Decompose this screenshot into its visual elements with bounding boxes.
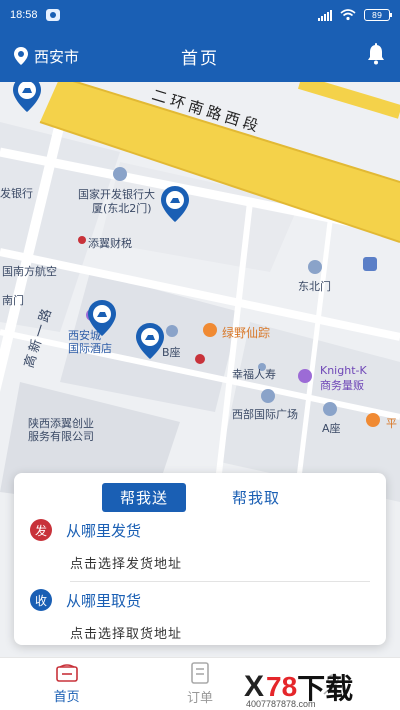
- map-label: 添翼财税: [88, 237, 132, 250]
- send-hint: 点击选择发货地址: [70, 557, 183, 572]
- status-time: 18:58: [10, 9, 38, 21]
- map-label: 幸福人寿: [232, 368, 276, 381]
- page-title: 首页: [181, 48, 219, 69]
- courier-pin-icon[interactable]: [87, 300, 117, 336]
- receive-badge: 收: [30, 589, 52, 611]
- map-label: 厦(东北2门): [92, 202, 152, 215]
- send-title: 从哪里发货: [66, 521, 142, 540]
- courier-pin-icon[interactable]: [12, 82, 42, 112]
- tab-send-for-me[interactable]: 帮我送: [101, 483, 186, 512]
- watermark-logo: X 78 下载 4007787878.com: [244, 667, 394, 709]
- tab-home-label: 首页: [53, 690, 80, 705]
- receive-hint: 点击选择取货地址: [70, 627, 183, 642]
- signal-icon: [318, 9, 332, 21]
- home-tab-icon: [55, 664, 78, 682]
- divider: [70, 581, 370, 582]
- map-label: 绿野仙踪: [222, 326, 271, 340]
- receive-title: 从哪里取货: [66, 591, 142, 610]
- service-tabs: 帮我送 帮我取: [14, 473, 386, 512]
- app-header: 西安市 首页: [0, 30, 400, 82]
- battery-icon: 89: [364, 9, 392, 21]
- courier-pin-icon[interactable]: [160, 186, 190, 222]
- delivery-card: 帮我送 帮我取 发 从哪里发货 点击选择发货地址 收 从哪里取货 点击选择取货地…: [14, 473, 386, 645]
- courier-pin-icon[interactable]: [135, 323, 165, 359]
- map-label: 西部国际广场: [232, 408, 298, 421]
- status-bar: 18:58 89: [0, 0, 400, 30]
- map-label: 商务量贩: [320, 379, 364, 392]
- map-label: Knight-K: [320, 364, 367, 377]
- tab-orders-label: 订单: [186, 691, 213, 706]
- tab-pickup-for-me[interactable]: 帮我取: [214, 483, 298, 512]
- map-label: 服务有限公司: [28, 430, 94, 443]
- map-label: A座: [322, 422, 341, 435]
- watermark-url: 4007787878.com: [246, 699, 316, 709]
- tab-home[interactable]: 首页: [0, 658, 133, 710]
- orders-tab-icon: [191, 662, 209, 684]
- map-label: 国际酒店: [68, 342, 112, 355]
- map-label: 平: [386, 417, 397, 430]
- wifi-icon: [340, 9, 356, 21]
- notification-icon: [45, 9, 60, 21]
- send-badge: 发: [30, 519, 52, 541]
- notification-bell-icon[interactable]: [366, 43, 386, 69]
- map-label: 东北门: [298, 280, 331, 293]
- map-label: 发银行: [0, 187, 33, 200]
- app-root: 18:58 89 西安市 首页 二环南路西段 发银行 国家开发银行大 厦(东北2…: [0, 0, 400, 710]
- map-label: 南门: [2, 294, 24, 307]
- receive-address-row[interactable]: 收 从哪里取货 点击选择取货地址: [30, 589, 370, 642]
- send-address-row[interactable]: 发 从哪里发货 点击选择发货地址: [30, 519, 370, 572]
- map-label: 国南方航空: [2, 265, 57, 278]
